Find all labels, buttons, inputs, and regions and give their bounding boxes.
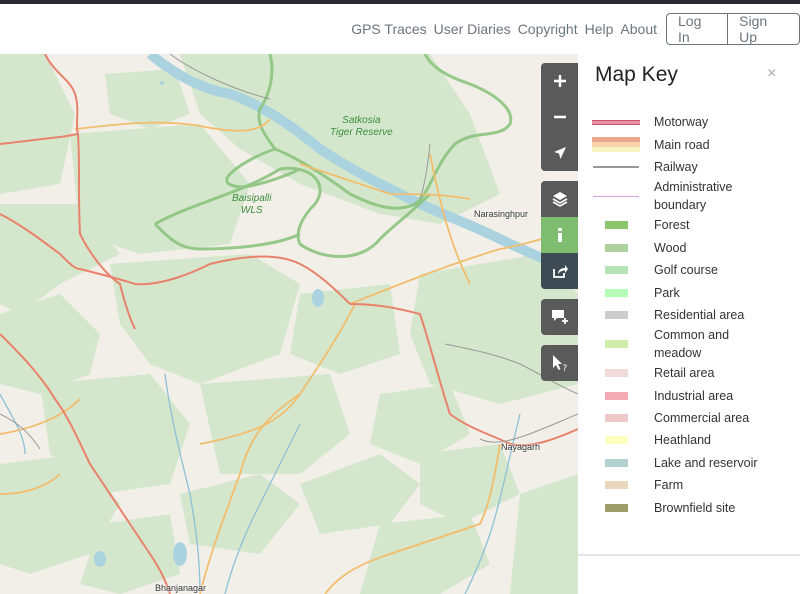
share-button[interactable]: [541, 253, 578, 289]
legend-swatch: [578, 165, 654, 168]
close-icon[interactable]: ×: [767, 65, 776, 83]
legend-label: Forest: [654, 218, 690, 233]
legend-label: Park: [654, 285, 680, 300]
map-label-nayagarh: Nayagarh: [501, 442, 541, 452]
nav-copyright[interactable]: Copyright: [518, 21, 578, 37]
legend-swatch: [578, 195, 654, 197]
header-nav: GPS Traces User Diaries Copyright Help A…: [351, 21, 657, 37]
panel-divider: [578, 554, 800, 556]
legend-label: Common and meadow: [654, 328, 730, 361]
legend-swatch: [578, 310, 654, 319]
query-control-group: ?: [541, 345, 578, 381]
legend-item: Wood: [578, 237, 800, 259]
nav-help[interactable]: Help: [585, 21, 614, 37]
location-arrow-icon: [553, 147, 566, 159]
zoom-out-button[interactable]: [541, 99, 578, 135]
comment-plus-icon: [551, 310, 568, 324]
legend-item: Farm: [578, 474, 800, 496]
legend-item: Park: [578, 281, 800, 303]
legend-item: Industrial area: [578, 385, 800, 407]
map-label-narasinghpur: Narasinghpur: [474, 209, 529, 219]
legend-label: Industrial area: [654, 388, 734, 403]
legend-swatch: [578, 266, 654, 275]
legend-item: Administrative boundary: [578, 178, 800, 214]
legend-swatch: [578, 221, 654, 230]
legend-label: Main road: [654, 137, 710, 152]
legend-item: Commercial area: [578, 407, 800, 429]
query-features-button[interactable]: ?: [541, 345, 578, 381]
forest-areas: [0, 54, 578, 594]
legend-label: Railway: [654, 159, 698, 174]
legend-swatch: [578, 481, 654, 490]
zoom-in-button[interactable]: [541, 63, 578, 99]
map-label-bhanjanagar: Bhanjanagar: [155, 583, 207, 593]
nav-about[interactable]: About: [620, 21, 657, 37]
legend-swatch: [578, 436, 654, 445]
legend-item: Common and meadow: [578, 326, 800, 362]
minus-icon: [553, 115, 566, 119]
share-icon: [552, 265, 568, 278]
legend-item: Lake and reservoir: [578, 452, 800, 474]
legend-item: Main road: [578, 133, 800, 155]
plus-icon: [553, 75, 566, 87]
legend-label: Wood: [654, 240, 687, 255]
legend-swatch: [578, 119, 654, 125]
legend-label: Motorway: [654, 115, 709, 130]
legend-swatch: [578, 414, 654, 423]
layers-icon: [552, 192, 567, 207]
cursor-question-icon: ?: [552, 355, 567, 372]
add-note-button[interactable]: [541, 299, 578, 335]
legend-label: Heathland: [654, 433, 711, 448]
login-button[interactable]: Log In: [667, 14, 727, 44]
layers-button[interactable]: [541, 181, 578, 217]
legend-list: Motorway Main road Railway Administrative b…: [578, 111, 800, 519]
signup-button[interactable]: Sign Up: [727, 14, 799, 44]
legend-swatch: [578, 288, 654, 297]
legend-item: Railway: [578, 156, 800, 178]
legend-label: Residential area: [654, 307, 745, 322]
info-icon: [557, 228, 562, 242]
legend-item: Forest: [578, 214, 800, 236]
legend-label: Golf course: [654, 263, 718, 278]
legend-item: Retail area: [578, 362, 800, 384]
legend-swatch: [578, 391, 654, 400]
nav-gps-traces[interactable]: GPS Traces: [351, 21, 426, 37]
legend-swatch: [578, 369, 654, 378]
map-key-panel: Map Key × Motorway Main road Railway Admini…: [578, 54, 800, 594]
auth-buttons: Log In Sign Up: [666, 13, 800, 45]
nav-user-diaries[interactable]: User Diaries: [434, 21, 511, 37]
site-header: GPS Traces User Diaries Copyright Help A…: [0, 4, 800, 54]
panel-title: Map Key: [595, 63, 678, 86]
legend-label: Brownfield site: [654, 500, 736, 515]
legend-item: Heathland: [578, 429, 800, 451]
legend-label: Farm: [654, 478, 684, 493]
map-label-baisipalli: Baisipalli WLS: [232, 193, 272, 216]
legend-swatch: [578, 137, 654, 153]
legend-label: Lake and reservoir: [654, 455, 758, 470]
legend-item: Golf course: [578, 259, 800, 281]
map-controls: ?: [541, 63, 578, 391]
legend-item: Brownfield site: [578, 496, 800, 518]
legend-swatch: [578, 503, 654, 512]
legend-item: Motorway: [578, 111, 800, 133]
map-label-satkosia: Satkosia Tiger Reserve: [330, 115, 393, 138]
legend-swatch: [578, 243, 654, 252]
legend-swatch: [578, 340, 654, 349]
map-key-button[interactable]: [541, 217, 578, 253]
navigation-control-group: [541, 63, 578, 171]
svg-text:?: ?: [562, 364, 567, 372]
panel-control-group: [541, 181, 578, 289]
note-control-group: [541, 299, 578, 335]
legend-label: Administrative boundary: [654, 180, 733, 213]
legend-label: Retail area: [654, 366, 715, 381]
map-tiles: [0, 54, 578, 594]
map-canvas[interactable]: Satkosia Tiger Reserve Baisipalli WLS Na…: [0, 54, 578, 594]
legend-label: Commercial area: [654, 411, 750, 426]
legend-item: Residential area: [578, 304, 800, 326]
locate-button[interactable]: [541, 135, 578, 171]
legend-swatch: [578, 458, 654, 467]
